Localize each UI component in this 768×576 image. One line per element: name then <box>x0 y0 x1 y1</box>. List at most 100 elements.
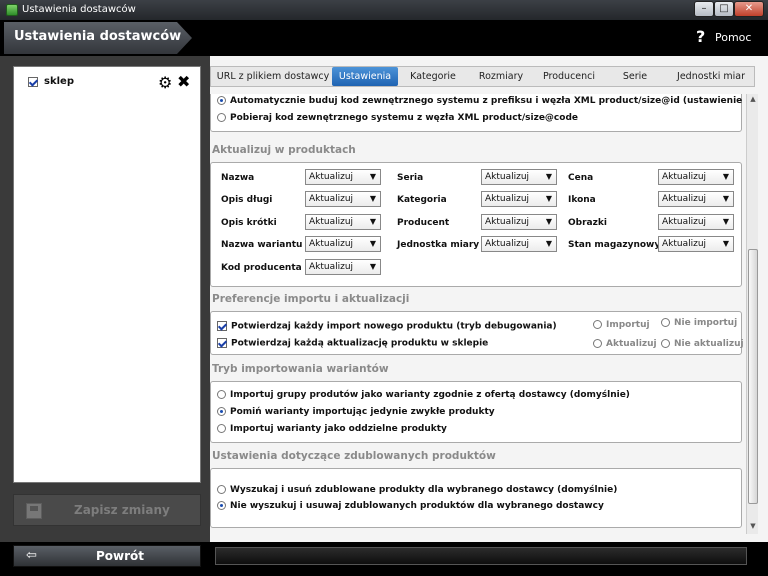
window-titlebar: Ustawienia dostawców – □ ✕ <box>0 0 768 20</box>
select-nazwa-wariantu[interactable]: Aktualizuj ▼ <box>305 236 381 252</box>
radio-button[interactable] <box>217 485 226 494</box>
import-radio[interactable]: Importuj <box>593 320 650 334</box>
radio-button[interactable] <box>217 390 226 399</box>
dropdown-arrow-icon: ▼ <box>722 172 729 181</box>
duplicates-section-title: Ustawienia dotyczące zdublowanych produk… <box>212 450 496 462</box>
option-label: Nie aktualizuj <box>674 339 744 349</box>
select-ikona[interactable]: Aktualizuj ▼ <box>658 191 734 207</box>
radio-button[interactable] <box>217 96 226 105</box>
code-option-fetch[interactable]: Pobieraj kod zewnętrznego systemu z węzł… <box>217 113 578 127</box>
vertical-scrollbar[interactable]: ▲ ▼ <box>746 94 758 534</box>
select-seria[interactable]: Aktualizuj ▼ <box>481 169 557 185</box>
variants-box: Importuj grupy produtów jako warianty zg… <box>210 381 742 443</box>
select-kategoria[interactable]: Aktualizuj ▼ <box>481 191 557 207</box>
save-button-label: Zapisz zmiany <box>74 503 170 517</box>
select-obrazki[interactable]: Aktualizuj ▼ <box>658 214 734 230</box>
confirm-import-option[interactable]: Potwierdzaj każdy import nowego produktu… <box>217 321 557 335</box>
option-label: Wyszukaj i usuń zdublowane produkty dla … <box>230 485 618 495</box>
no-import-radio[interactable]: Nie importuj <box>661 318 737 332</box>
field-label: Jednostka miary <box>397 240 480 250</box>
update-radio[interactable]: Aktualizuj <box>593 339 657 353</box>
delete-icon[interactable]: ✖ <box>177 72 190 91</box>
no-update-radio[interactable]: Nie aktualizuj <box>661 339 744 353</box>
confirm-update-option[interactable]: Potwierdzaj każdą aktualizację produktu … <box>217 338 488 352</box>
code-option-auto[interactable]: Automatycznie buduj kod zewnętrznego sys… <box>217 96 745 110</box>
save-button[interactable]: Zapisz zmiany <box>13 494 201 526</box>
close-window-button[interactable]: ✕ <box>734 1 764 17</box>
radio-button[interactable] <box>661 339 670 348</box>
select-value: Aktualizuj <box>309 217 354 227</box>
radio-button[interactable] <box>593 339 602 348</box>
option-label: Pomiń warianty importując jedynie zwykłe… <box>230 407 495 417</box>
radio-button[interactable] <box>593 320 602 329</box>
duplicate-option[interactable]: Nie wyszukuj i usuwaj zdublowanych produ… <box>217 501 604 515</box>
select-opis-krotki[interactable]: Aktualizuj ▼ <box>305 214 381 230</box>
tab-supplier-url[interactable]: URL z plikiem dostawcy <box>215 67 331 86</box>
field-label: Nazwa wariantu <box>221 240 303 250</box>
code-options-box: Automatycznie buduj kod zewnętrznego sys… <box>210 94 745 132</box>
select-cena[interactable]: Aktualizuj ▼ <box>658 169 734 185</box>
option-label: Importuj warianty jako oddzielne produkt… <box>230 424 447 434</box>
app-icon <box>6 4 18 16</box>
option-label: Potwierdzaj każdy import nowego produktu… <box>231 321 557 332</box>
back-button[interactable]: ⇦ Powrót <box>13 545 201 567</box>
select-value: Aktualizuj <box>309 194 354 204</box>
dropdown-arrow-icon: ▼ <box>722 194 729 203</box>
tab-units[interactable]: Jednostki miar <box>671 67 751 86</box>
select-value: Aktualizuj <box>662 217 707 227</box>
select-jednostka-miary[interactable]: Aktualizuj ▼ <box>481 236 557 252</box>
select-value: Aktualizuj <box>662 194 707 204</box>
variant-option[interactable]: Importuj warianty jako oddzielne produkt… <box>217 424 447 438</box>
option-label: Importuj <box>606 320 650 330</box>
select-value: Aktualizuj <box>485 194 530 204</box>
tab-categories[interactable]: Kategorie <box>403 67 463 86</box>
tab-sizes[interactable]: Rozmiary <box>473 67 529 86</box>
option-label: Importuj grupy produtów jako warianty zg… <box>230 390 630 400</box>
help-icon[interactable]: ? <box>696 27 705 46</box>
option-label: Automatycznie buduj kod zewnętrznego sys… <box>230 96 745 106</box>
radio-button[interactable] <box>217 407 226 416</box>
variant-option[interactable]: Importuj grupy produtów jako warianty zg… <box>217 390 630 404</box>
dropdown-arrow-icon: ▼ <box>545 194 552 203</box>
radio-button[interactable] <box>661 318 670 327</box>
radio-button[interactable] <box>217 424 226 433</box>
select-nazwa[interactable]: Aktualizuj ▼ <box>305 169 381 185</box>
scroll-up-arrow-icon[interactable]: ▲ <box>748 95 758 105</box>
radio-button[interactable] <box>217 501 226 510</box>
tab-series[interactable]: Serie <box>613 67 657 86</box>
variants-section-title: Tryb importowania wariantów <box>212 363 389 375</box>
tab-producers[interactable]: Producenci <box>537 67 601 86</box>
maximize-button[interactable]: □ <box>714 1 734 17</box>
select-producent[interactable]: Aktualizuj ▼ <box>481 214 557 230</box>
supplier-item[interactable]: sklep <box>28 76 74 90</box>
minimize-button[interactable]: – <box>694 1 714 17</box>
field-label: Opis długi <box>221 195 273 205</box>
dropdown-arrow-icon: ▼ <box>369 194 376 203</box>
scroll-down-arrow-icon[interactable]: ▼ <box>748 522 758 532</box>
field-label: Ikona <box>568 195 596 205</box>
prefs-section-title: Preferencje importu i aktualizacji <box>212 293 410 305</box>
confirm-update-checkbox[interactable] <box>217 338 227 348</box>
field-label: Stan magazynowy <box>568 240 661 250</box>
tab-settings[interactable]: Ustawienia <box>332 67 398 86</box>
dropdown-arrow-icon: ▼ <box>369 262 376 271</box>
duplicates-box: Wyszukaj i usuń zdublowane produkty dla … <box>210 468 742 528</box>
select-kod-producenta[interactable]: Aktualizuj ▼ <box>305 259 381 275</box>
scrollbar-thumb[interactable] <box>748 249 758 504</box>
select-value: Aktualizuj <box>485 217 530 227</box>
dropdown-arrow-icon: ▼ <box>722 217 729 226</box>
supplier-checkbox[interactable] <box>28 76 38 87</box>
gear-icon[interactable]: ⚙ <box>158 73 172 92</box>
duplicate-option[interactable]: Wyszukaj i usuń zdublowane produkty dla … <box>217 485 617 499</box>
option-label: Pobieraj kod zewnętrznego systemu z węzł… <box>230 113 578 123</box>
select-stan-magazynowy[interactable]: Aktualizuj ▼ <box>658 236 734 252</box>
radio-button[interactable] <box>217 113 226 122</box>
confirm-import-checkbox[interactable] <box>217 321 227 331</box>
settings-scroll-area[interactable]: Automatycznie buduj kod zewnętrznego sys… <box>210 94 745 534</box>
dropdown-arrow-icon: ▼ <box>545 172 552 181</box>
help-link[interactable]: Pomoc <box>715 31 751 44</box>
dropdown-arrow-icon: ▼ <box>369 239 376 248</box>
select-opis-dlugi[interactable]: Aktualizuj ▼ <box>305 191 381 207</box>
variant-option[interactable]: Pomiń warianty importując jedynie zwykłe… <box>217 407 495 421</box>
option-label: Potwierdzaj każdą aktualizację produktu … <box>231 338 489 349</box>
